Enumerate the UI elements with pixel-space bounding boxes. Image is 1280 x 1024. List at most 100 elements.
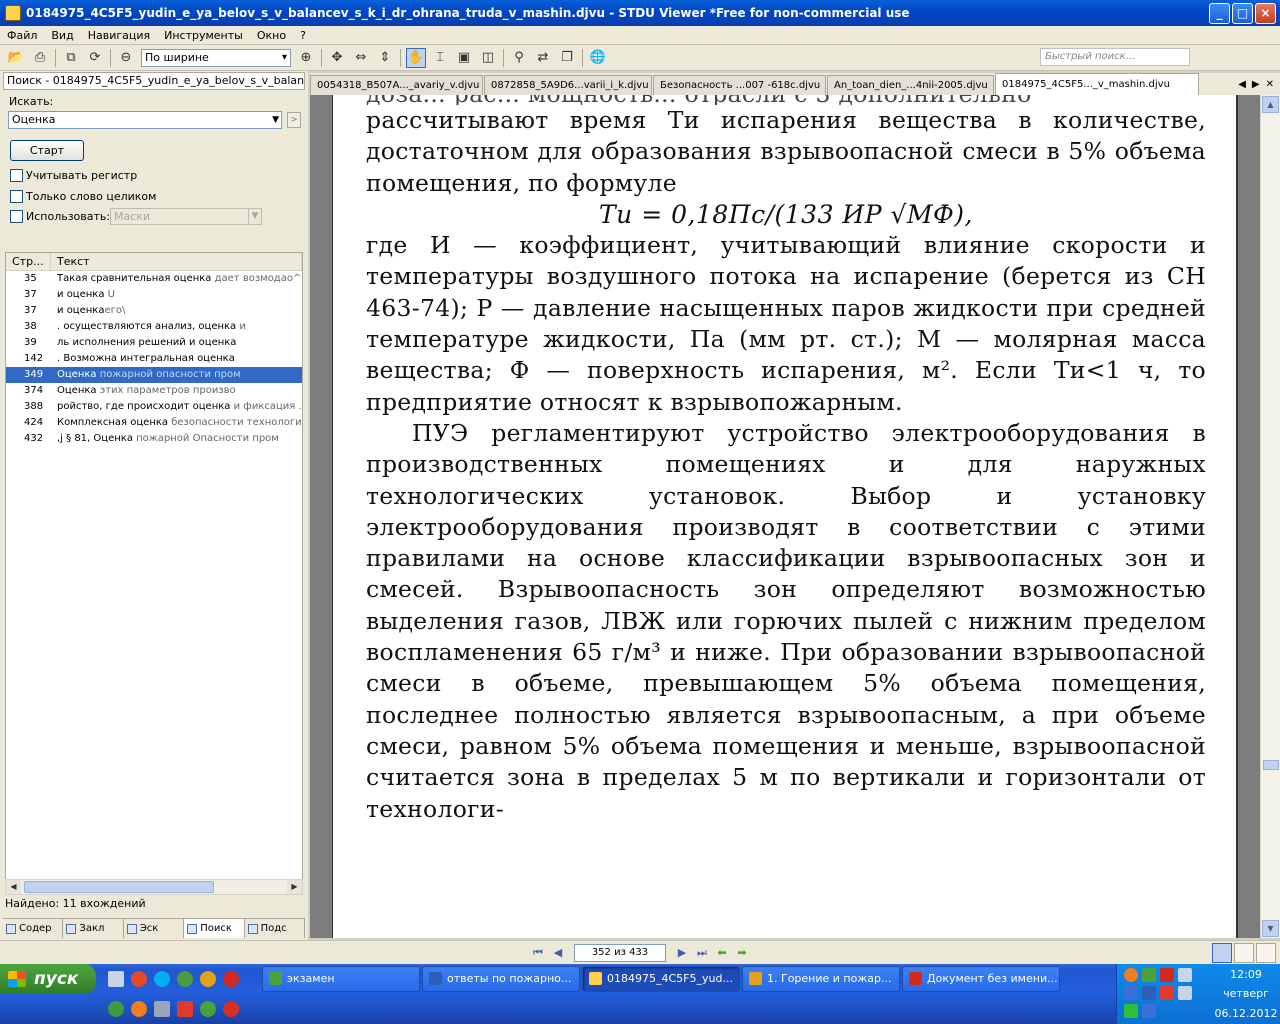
result-row[interactable]: 142 . Возможна интегральная оценка [6,351,302,367]
print-icon[interactable]: ⎙ [30,48,50,68]
taskbar-item-active[interactable]: 0184975_4C5F5_yud... [582,966,740,992]
tray-icon[interactable] [1124,968,1138,982]
taskbar-item[interactable]: ответы по пожарно... [422,966,580,992]
copy-page-icon[interactable]: ⧉ [61,48,81,68]
utorrent-icon[interactable] [108,1001,124,1017]
tab-close-icon[interactable]: ✕ [1266,75,1274,95]
tab-search[interactable]: Поиск [184,919,245,938]
whole-word-checkbox[interactable]: Только слово целиком [10,190,156,203]
result-row[interactable]: 35 Такая сравнительная оценка дает возмод… [6,271,302,287]
result-row[interactable]: 38 . осуществляются анализ, оценка и [6,319,302,335]
result-row[interactable]: 39 ль исполнения решений и оценка [6,335,302,351]
tray-icon[interactable] [1160,986,1174,1000]
doc-tab-active[interactable]: 0184975_4C5F5..._v_mashin.djvu [995,73,1199,95]
scroll-down-icon[interactable]: ▼ [1262,920,1279,937]
fit-page-icon[interactable]: ✥ [327,48,347,68]
back-arrow-icon[interactable]: ⬅ [714,945,730,961]
tab-thumbnails[interactable]: Эск [124,919,185,938]
doc-tab[interactable]: 0054318_B507A..._avariy_v.djvu [310,75,483,95]
taskbar-item[interactable]: Документ без имени... [902,966,1060,992]
show-desktop-icon[interactable] [108,971,124,987]
result-row[interactable]: 349 Оценка пожарной опасности пром [6,367,302,383]
scroll-left-icon[interactable]: ◀ [6,880,21,894]
single-page-icon[interactable] [1212,943,1232,963]
result-row[interactable]: 374 Оценка этих параметров произво [6,383,302,399]
app-icon[interactable] [223,1001,239,1017]
continuous-icon[interactable] [1256,943,1276,963]
chrome-icon[interactable] [200,971,216,987]
tab-next-icon[interactable]: ▶ [1252,75,1260,95]
sync-arrows-icon[interactable]: ⇄ [533,48,553,68]
close-button[interactable]: × [1255,2,1276,24]
menu-help[interactable]: ? [293,29,313,42]
results-list[interactable]: Стр... Текст 35 Такая сравнительная оценк… [5,252,303,882]
app-icon[interactable] [177,971,193,987]
zoom-in-icon[interactable]: ⊕ [296,48,316,68]
copy-icon[interactable]: ❐ [557,48,577,68]
volume-icon[interactable] [1178,968,1192,982]
first-page-icon[interactable]: ⏮ [530,945,546,961]
app-icon[interactable] [200,1001,216,1017]
last-page-icon[interactable]: ⏭ [694,945,710,961]
doc-tab[interactable]: An_toan_dien_...4nii-2005.djvu [827,75,994,95]
checkbox-box[interactable] [10,190,23,203]
computer-icon[interactable] [154,1001,170,1017]
doc-tab[interactable]: Безопасность ...007 -618c.djvu [653,75,826,95]
menu-window[interactable]: Окно [250,29,293,42]
scroll-up-icon[interactable]: ▲ [1262,96,1279,113]
scrollbar-thumb[interactable] [24,881,214,893]
result-row[interactable]: 37 и оценкаего\ [6,303,302,319]
opera-browser-icon[interactable] [223,971,239,987]
start-button[interactable]: Старт [10,140,84,161]
rotate-icon[interactable]: ⟳ [85,48,105,68]
next-page-icon[interactable]: ▶ [674,945,690,961]
scrollbar-thumb[interactable] [1263,760,1279,770]
column-page[interactable]: Стр... [6,253,51,270]
page-number-input[interactable]: 352 из 433 [574,944,666,962]
snapshot-icon[interactable]: ◫ [478,48,498,68]
tab-bookmarks[interactable]: Закл [63,919,124,938]
zoom-out-icon[interactable]: ⊖ [116,48,136,68]
fit-width-icon[interactable]: ⇔ [351,48,371,68]
text-select-icon[interactable]: ⌶ [430,48,450,68]
scroll-right-icon[interactable]: ▶ [287,880,302,894]
fit-height-icon[interactable]: ⇕ [375,48,395,68]
menu-navigation[interactable]: Навигация [81,29,157,42]
menu-file[interactable]: Файл [0,29,44,42]
binoculars-icon[interactable]: ⚲ [509,48,529,68]
search-input[interactable]: Оценка ▼ [8,111,282,129]
menu-tools[interactable]: Инструменты [157,29,250,42]
checkbox-box[interactable] [10,169,23,182]
opera-icon[interactable] [131,971,147,987]
start-menu-button[interactable]: пуск [0,964,96,994]
result-row[interactable]: 388 ройство, где происходит оценка и фикс… [6,399,302,415]
taskbar-item[interactable]: 1. Горение и пожар... [742,966,900,992]
quick-search-input[interactable]: Быстрый поиск... [1040,48,1190,66]
two-page-icon[interactable] [1234,943,1254,963]
tray-icon[interactable] [1142,1004,1156,1018]
result-row[interactable]: 37 и оценка U [6,287,302,303]
result-row[interactable]: 432 ,j § 81, Оценка пожарной Опасности пр… [6,431,302,447]
tab-prev-icon[interactable]: ◀ [1238,75,1246,95]
horizontal-scrollbar[interactable]: ◀ ▶ [5,879,303,895]
forward-arrow-icon[interactable]: ➡ [734,945,750,961]
result-row[interactable]: 424 Комплексная оценка безопасности техно… [6,415,302,431]
taskbar-item[interactable]: экзамен [262,966,420,992]
firefox-icon[interactable] [131,1001,147,1017]
use-mask-checkbox[interactable]: Использовать: [10,210,110,223]
tray-icon[interactable] [1160,968,1174,982]
doc-tab[interactable]: 0872858_5A9D6...varii_i_k.djvu [484,75,652,95]
open-folder-icon[interactable]: 📂 [6,48,26,68]
tray-icon[interactable] [1178,986,1192,1000]
zoom-select[interactable]: По ширине [141,48,291,67]
tab-contents[interactable]: Содер [3,919,64,938]
tray-icon[interactable] [1142,986,1156,1000]
acrobat-icon[interactable] [177,1001,193,1017]
maximize-button[interactable]: □ [1232,2,1253,24]
search-go-button[interactable]: > [287,112,301,128]
vertical-scrollbar[interactable]: ▲ ▼ [1260,95,1280,938]
skype-icon[interactable] [154,971,170,987]
chevron-down-icon[interactable]: ▼ [272,112,279,128]
tray-icon[interactable] [1142,968,1156,982]
menu-view[interactable]: Вид [44,29,80,42]
